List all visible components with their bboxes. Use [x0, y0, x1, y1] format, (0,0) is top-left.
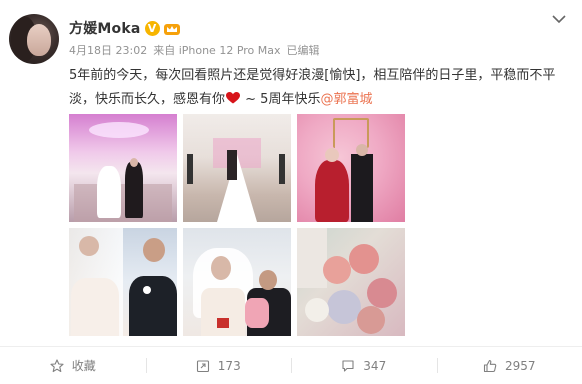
crown-member-icon[interactable]	[163, 21, 181, 36]
favorite-label: 收藏	[71, 359, 96, 373]
like-button[interactable]: 2957	[436, 347, 582, 384]
photo-wedding-ballroom[interactable]	[69, 114, 177, 222]
photo-bouquet[interactable]	[297, 228, 405, 336]
photo-bride-speech[interactable]	[183, 228, 291, 336]
comment-icon	[342, 359, 354, 372]
comment-button[interactable]: 347	[291, 347, 437, 384]
chevron-down-icon[interactable]	[552, 14, 566, 24]
photo-wedding-aisle[interactable]	[183, 114, 291, 222]
user-name[interactable]: 方媛Moka	[69, 18, 141, 38]
avatar-face	[27, 24, 51, 56]
repost-count: 173	[217, 358, 241, 373]
edited-label[interactable]: 已编辑	[287, 42, 320, 58]
red-heart-icon	[226, 92, 241, 104]
post-meta: 4月18日 23:02 来自 iPhone 12 Pro Max 已编辑	[69, 42, 320, 58]
photo-red-dress-flower-wall[interactable]	[297, 114, 405, 222]
comment-count: 347	[363, 358, 387, 373]
photo-ring-exchange[interactable]	[69, 228, 177, 336]
repost-icon	[196, 359, 209, 372]
photo-grid	[69, 114, 407, 336]
post-source: 来自 iPhone 12 Pro Max	[153, 44, 281, 57]
like-count: 2957	[504, 358, 536, 373]
action-bar: 收藏 173 347 2957	[0, 347, 582, 384]
favorite-button[interactable]: 收藏	[0, 347, 146, 384]
mention-link[interactable]: @郭富城	[320, 92, 372, 107]
star-icon	[50, 358, 64, 372]
post-text: 5年前的今天，每次回看照片还是觉得好浪漫[愉快]，相互陪伴的日子里，平稳而不平淡…	[69, 64, 569, 112]
verified-badge-icon: V	[144, 20, 160, 36]
avatar[interactable]	[9, 14, 59, 64]
repost-button[interactable]: 173	[145, 347, 292, 384]
thumbs-up-icon	[483, 359, 497, 372]
post-text-tail: ~ 5周年快乐	[241, 92, 321, 107]
user-header: 方媛Moka V	[69, 18, 181, 38]
post-date[interactable]: 4月18日 23:02	[69, 42, 147, 58]
